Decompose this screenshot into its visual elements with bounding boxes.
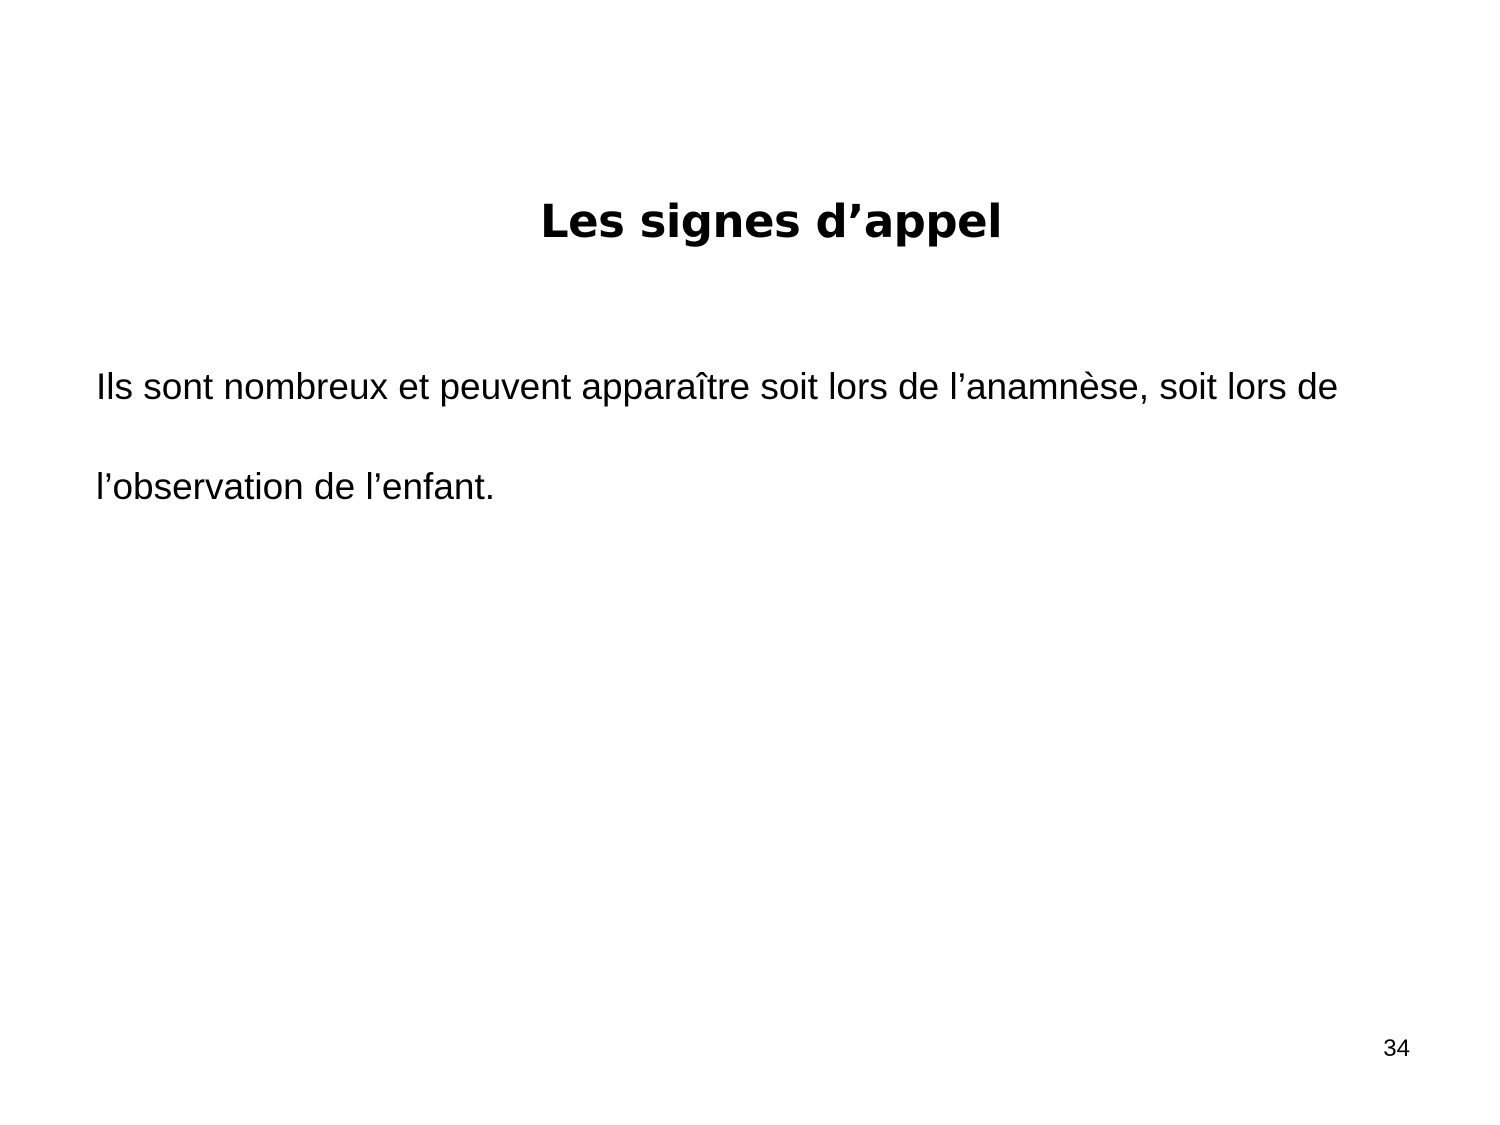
slide: Les signes d’appel Ils sont nombreux et … xyxy=(0,0,1500,1125)
page-number: 34 xyxy=(1383,1035,1410,1062)
slide-title: Les signes d’appel xyxy=(539,195,1003,248)
slide-body-text: Ils sont nombreux et peuvent apparaître … xyxy=(96,366,1339,507)
